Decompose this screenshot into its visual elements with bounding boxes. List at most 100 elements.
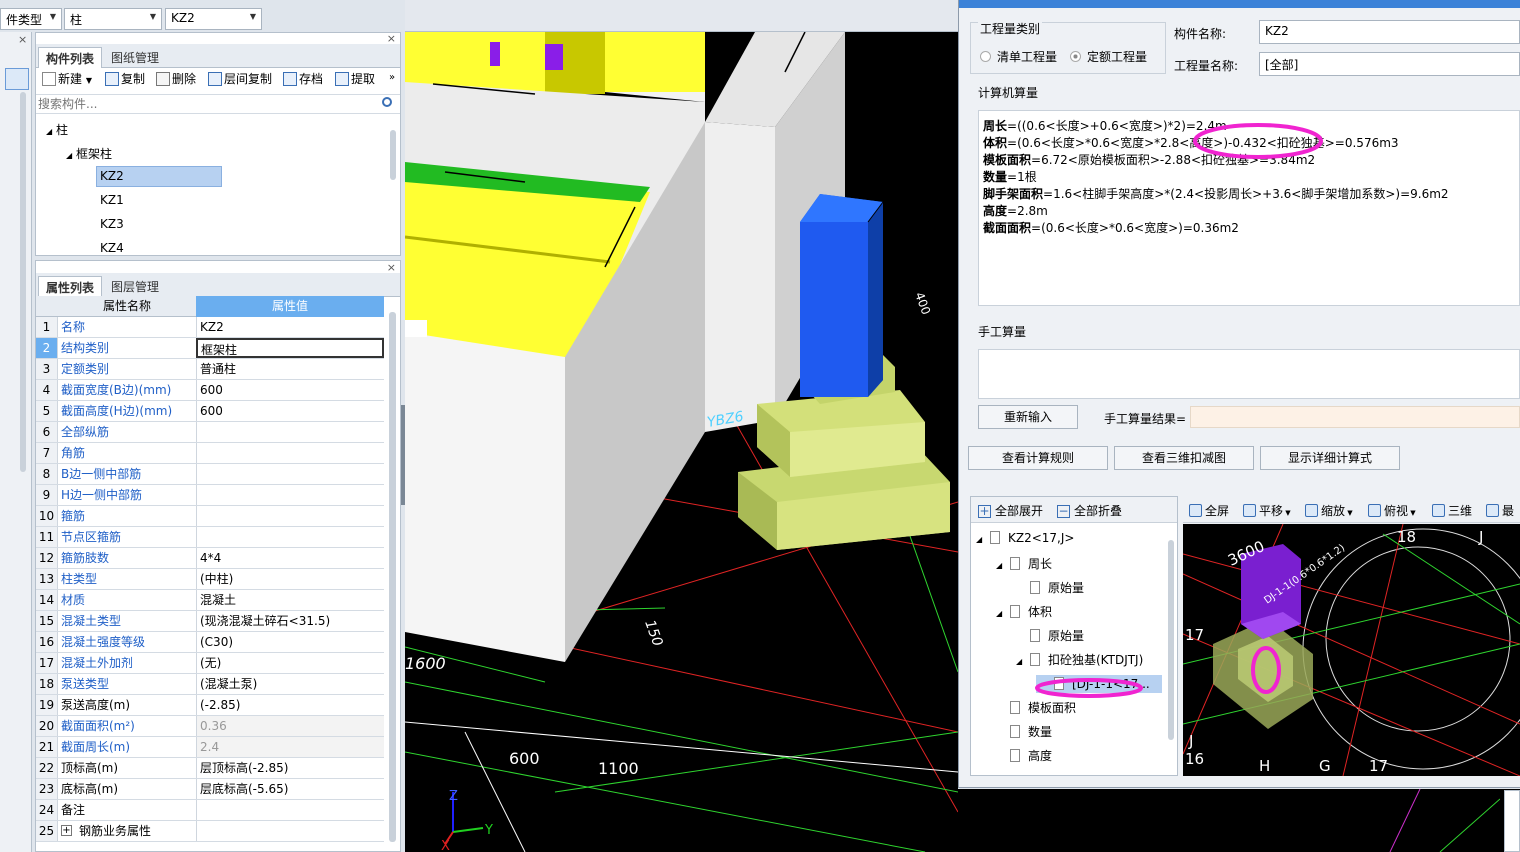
property-row[interactable]: 2 结构类别 框架柱 [36, 338, 384, 359]
calc-tree-item[interactable]: 原始量 [1016, 579, 1084, 596]
property-value[interactable]: KZ2 [196, 317, 384, 337]
archive-button[interactable]: 存档 [283, 70, 323, 92]
tree-item-kz3[interactable]: KZ3 [100, 217, 124, 231]
floor-copy-button[interactable]: 层间复制 [208, 70, 272, 92]
property-row[interactable]: 11 节点区箍筋 [36, 527, 384, 548]
property-row[interactable]: 19 泵送高度(m) (-2.85) [36, 695, 384, 716]
copy-button[interactable]: 复制 [105, 70, 145, 92]
view-tool-button[interactable]: 平移 ▼ [1243, 502, 1291, 519]
tree-item-kz4[interactable]: KZ4 [100, 241, 124, 255]
property-value[interactable] [196, 506, 384, 526]
property-value[interactable]: 4*4 [196, 548, 384, 568]
property-value[interactable] [196, 527, 384, 547]
scrollbar[interactable] [390, 130, 396, 180]
scrollbar[interactable] [389, 312, 396, 842]
preview-viewport[interactable]: 3600 DJ-1-1(0.6*0.6*1.2) 18 J 17 J 16 H … [1183, 524, 1520, 776]
view-tool-button[interactable]: 全屏 [1189, 502, 1229, 519]
property-value[interactable]: 600 [196, 401, 384, 421]
new-button[interactable]: 新建 ▼ [42, 70, 92, 92]
component-category-combo[interactable]: 柱 ▼ [64, 8, 162, 30]
radio-list-qty[interactable]: 清单工程量 [980, 48, 1057, 65]
property-row[interactable]: 12 箍筋肢数 4*4 [36, 548, 384, 569]
property-value[interactable]: (无) [196, 653, 384, 673]
view-tool-button[interactable]: 三维 [1432, 502, 1472, 519]
tree-root[interactable]: ◢ 柱 [46, 121, 68, 138]
tree-group[interactable]: ◢ 框架柱 [66, 145, 112, 162]
property-row[interactable]: 24 备注 [36, 800, 384, 821]
property-value[interactable]: 层顶标高(-2.85) [196, 758, 384, 778]
property-value[interactable]: (中柱) [196, 569, 384, 589]
3d-viewport[interactable]: 1600 150 600 1100 YBZ6 400 Z Y X [405, 32, 958, 852]
search-input[interactable] [36, 94, 400, 114]
extract-button[interactable]: 提取 [335, 70, 375, 92]
property-row[interactable]: 23 底标高(m) 层底标高(-5.65) [36, 779, 384, 800]
property-row[interactable]: 4 截面宽度(B边)(mm) 600 [36, 380, 384, 401]
qty-name-field[interactable]: [全部] [1259, 52, 1520, 76]
calc-tree-item[interactable]: ◢ KZ2<17,J> [976, 531, 1074, 545]
expand-icon[interactable]: ◢ [1016, 657, 1030, 666]
manual-result-field[interactable] [1190, 406, 1520, 428]
tree-item-kz2[interactable]: KZ2 [96, 166, 222, 187]
view-rules-button[interactable]: 查看计算规则 [968, 446, 1108, 470]
reinput-button[interactable]: 重新输入 [978, 405, 1078, 429]
property-row[interactable]: 1 名称 KZ2 [36, 317, 384, 338]
property-value[interactable]: 混凝土 [196, 590, 384, 610]
scrollbar[interactable] [1168, 540, 1174, 740]
property-value[interactable]: (混凝土泵) [196, 674, 384, 694]
radio-quota-qty[interactable]: 定额工程量 [1070, 48, 1147, 65]
calc-tree-item[interactable]: ◢ 周长 [996, 555, 1052, 572]
property-row[interactable]: 10 箍筋 [36, 506, 384, 527]
property-value[interactable]: (-2.85) [196, 695, 384, 715]
tab-component-list[interactable]: 构件列表 [38, 47, 103, 68]
property-row[interactable]: 22 顶标高(m) 层顶标高(-2.85) [36, 758, 384, 779]
expand-plus-icon[interactable]: + [61, 825, 72, 836]
property-row[interactable]: 7 角筋 [36, 443, 384, 464]
property-value[interactable]: 层底标高(-5.65) [196, 779, 384, 799]
tab-layer-manage[interactable]: 图层管理 [104, 276, 166, 297]
view-tool-button[interactable]: 最 [1486, 502, 1514, 519]
property-row[interactable]: 14 材质 混凝土 [36, 590, 384, 611]
more-icon[interactable]: » [389, 72, 395, 83]
expand-icon[interactable]: ◢ [996, 561, 1010, 570]
collapse-all-button[interactable]: − 全部折叠 [1057, 502, 1122, 519]
property-value[interactable]: 0.36 [196, 716, 384, 736]
close-icon[interactable]: × [18, 33, 27, 46]
property-value[interactable]: 普通柱 [196, 359, 384, 379]
delete-button[interactable]: 删除 [156, 70, 196, 92]
calc-tree-item[interactable]: 模板面积 [996, 699, 1076, 716]
property-row[interactable]: 13 柱类型 (中柱) [36, 569, 384, 590]
property-row[interactable]: 25 钢筋业务属性 + [36, 821, 384, 842]
property-row[interactable]: 21 截面周长(m) 2.4 [36, 737, 384, 758]
view-tool-button[interactable]: 缩放 ▼ [1305, 502, 1353, 519]
calc-tree-item[interactable]: 原始量 [1016, 627, 1084, 644]
component-name-combo[interactable]: KZ2 ▼ [165, 8, 262, 30]
component-type-combo[interactable]: 件类型 ▼ [0, 8, 62, 30]
expand-icon[interactable]: ◢ [996, 609, 1010, 618]
property-value[interactable]: (C30) [196, 632, 384, 652]
property-value[interactable] [196, 422, 384, 442]
tab-property-list[interactable]: 属性列表 [38, 276, 103, 297]
property-row[interactable]: 17 混凝土外加剂 (无) [36, 653, 384, 674]
expand-all-button[interactable]: + 全部展开 [978, 502, 1043, 519]
view-tool-button[interactable]: 俯视 ▼ [1368, 502, 1416, 519]
property-row[interactable]: 16 混凝土强度等级 (C30) [36, 632, 384, 653]
property-row[interactable]: 8 B边一侧中部筋 [36, 464, 384, 485]
scrollbar[interactable] [20, 92, 26, 472]
property-value[interactable] [196, 443, 384, 463]
search-icon[interactable] [382, 97, 392, 107]
show-detail-button[interactable]: 显示详细计算式 [1260, 446, 1400, 470]
property-row[interactable]: 15 混凝土类型 (现浇混凝土碎石<31.5) [36, 611, 384, 632]
calc-tree-item[interactable]: 高度 [996, 747, 1052, 764]
property-row[interactable]: 9 H边一侧中部筋 [36, 485, 384, 506]
property-value[interactable]: (现浇混凝土碎石<31.5) [196, 611, 384, 631]
property-value[interactable] [196, 821, 384, 841]
property-value[interactable] [196, 485, 384, 505]
property-row[interactable]: 3 定额类别 普通柱 [36, 359, 384, 380]
expand-icon[interactable]: ◢ [976, 535, 990, 544]
property-row[interactable]: 5 截面高度(H边)(mm) 600 [36, 401, 384, 422]
property-row[interactable]: 6 全部纵筋 [36, 422, 384, 443]
layer-panel-icon[interactable] [5, 68, 29, 90]
manual-textarea[interactable] [978, 349, 1520, 399]
tab-drawing-manage[interactable]: 图纸管理 [104, 47, 166, 68]
calc-tree-item[interactable]: 数量 [996, 723, 1052, 740]
